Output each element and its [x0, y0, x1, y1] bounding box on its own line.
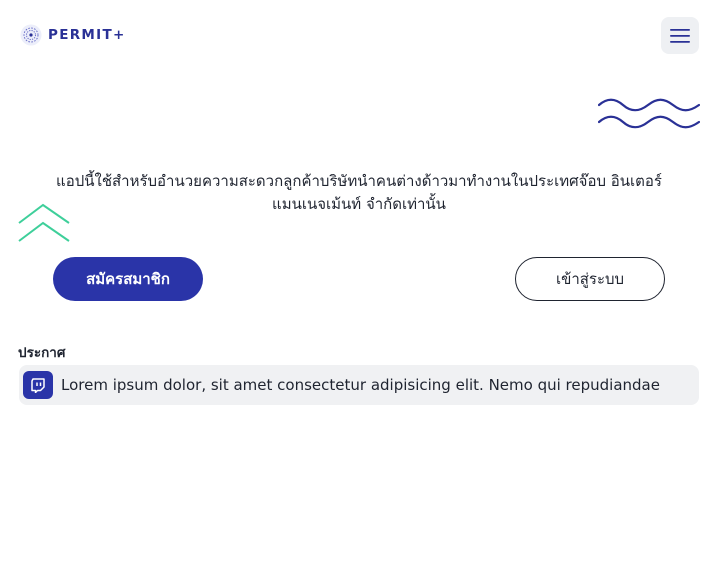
- wave-decoration-icon: [598, 98, 700, 129]
- twitch-icon: [23, 371, 53, 399]
- announcement-bar[interactable]: Lorem ipsum dolor, sit amet consectetur …: [19, 365, 699, 405]
- register-button[interactable]: สมัครสมาชิก: [53, 257, 203, 301]
- announcement-heading: ประกาศ: [18, 345, 66, 361]
- app-description: แอปนี้ใช้สำหรับอำนวยความสะดวกลูกค้าบริษั…: [56, 172, 662, 213]
- hamburger-menu-icon: [670, 28, 690, 43]
- logo[interactable]: PERMIT+: [20, 24, 126, 46]
- menu-button[interactable]: [661, 17, 699, 54]
- login-button[interactable]: เข้าสู่ระบบ: [515, 257, 665, 301]
- announcement-text: Lorem ipsum dolor, sit amet consectetur …: [61, 376, 660, 394]
- logo-text: PERMIT+: [48, 27, 126, 43]
- logo-mark-icon: [20, 24, 42, 46]
- page: PERMIT+ แอปนี้ใช้สำหรับอำนวยความสะดวกลูก…: [0, 0, 717, 580]
